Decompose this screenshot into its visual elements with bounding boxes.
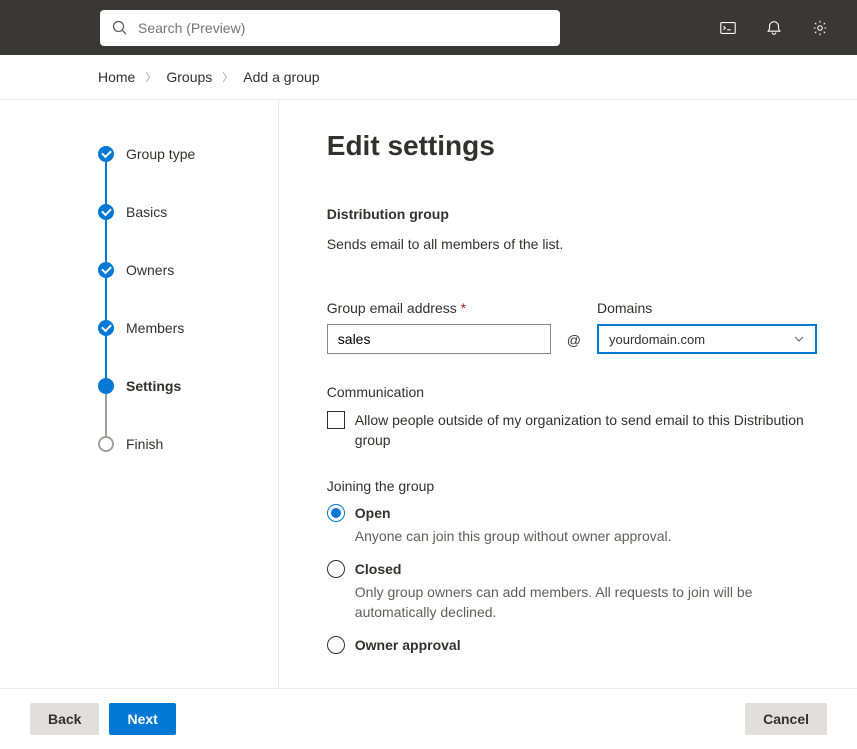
domain-dropdown[interactable]: yourdomain.com <box>597 324 817 354</box>
settings-icon[interactable] <box>811 19 829 37</box>
step-label: Group type <box>126 146 195 162</box>
external-email-label: Allow people outside of my organization … <box>355 410 817 450</box>
notifications-icon[interactable] <box>765 19 783 37</box>
step-settings[interactable]: Settings <box>98 378 278 436</box>
step-group-type[interactable]: Group type <box>98 146 278 204</box>
shell-icon[interactable] <box>719 19 737 37</box>
domain-label: Domains <box>597 300 817 316</box>
radio-owner-approval[interactable] <box>327 636 345 654</box>
radio-open-desc: Anyone can join this group without owner… <box>355 526 817 546</box>
breadcrumb: Home 〉 Groups 〉 Add a group <box>98 69 857 85</box>
step-label: Basics <box>126 204 167 220</box>
email-form-row: Group email address @ Domains yourdomain… <box>327 300 817 354</box>
radio-closed-label: Closed <box>355 561 402 577</box>
content: Group type Basics Owners Members Setting <box>0 100 857 688</box>
step-label: Settings <box>126 378 181 394</box>
radio-closed-desc: Only group owners can add members. All r… <box>355 582 817 622</box>
pending-step-icon <box>98 436 114 452</box>
search-box[interactable] <box>100 10 560 46</box>
group-email-input[interactable] <box>327 324 551 354</box>
joining-title: Joining the group <box>327 478 817 494</box>
check-icon <box>98 320 114 336</box>
communication-title: Communication <box>327 384 817 400</box>
cancel-button[interactable]: Cancel <box>745 703 827 735</box>
page-title: Edit settings <box>327 130 817 162</box>
breadcrumb-groups[interactable]: Groups <box>166 69 212 85</box>
wizard-steps: Group type Basics Owners Members Setting <box>0 100 279 688</box>
domain-selected: yourdomain.com <box>609 332 705 347</box>
group-type-desc: Sends email to all members of the list. <box>327 236 817 252</box>
step-label: Owners <box>126 262 174 278</box>
radio-open[interactable] <box>327 504 345 522</box>
check-icon <box>98 204 114 220</box>
check-icon <box>98 262 114 278</box>
radio-owner-approval-label: Owner approval <box>355 637 461 653</box>
radio-item-owner-approval: Owner approval <box>327 636 817 654</box>
top-header <box>0 0 857 55</box>
external-email-checkbox-row: Allow people outside of my organization … <box>327 410 817 450</box>
step-owners[interactable]: Owners <box>98 262 278 320</box>
radio-closed[interactable] <box>327 560 345 578</box>
header-actions <box>719 19 841 37</box>
chevron-right-icon: 〉 <box>145 69 156 85</box>
step-basics[interactable]: Basics <box>98 204 278 262</box>
external-email-checkbox[interactable] <box>327 411 345 429</box>
chevron-right-icon: 〉 <box>222 69 233 85</box>
at-symbol: @ <box>563 332 585 354</box>
chevron-down-icon <box>793 333 805 345</box>
back-button[interactable]: Back <box>30 703 99 735</box>
group-type-subtitle: Distribution group <box>327 206 817 222</box>
main-panel: Edit settings Distribution group Sends e… <box>279 100 857 688</box>
radio-open-label: Open <box>355 505 391 521</box>
next-button[interactable]: Next <box>109 703 175 735</box>
step-label: Finish <box>126 436 163 452</box>
radio-item-open: Open Anyone can join this group without … <box>327 504 817 546</box>
step-finish[interactable]: Finish <box>98 436 278 452</box>
joining-radio-group: Open Anyone can join this group without … <box>327 504 817 654</box>
breadcrumb-home[interactable]: Home <box>98 69 135 85</box>
wizard-footer: Back Next Cancel <box>0 688 857 749</box>
search-input[interactable] <box>138 20 548 36</box>
check-icon <box>98 146 114 162</box>
step-label: Members <box>126 320 184 336</box>
email-label: Group email address <box>327 300 551 316</box>
breadcrumb-bar: Home 〉 Groups 〉 Add a group <box>0 55 857 100</box>
current-step-icon <box>98 378 114 394</box>
search-icon <box>112 20 128 36</box>
step-members[interactable]: Members <box>98 320 278 378</box>
breadcrumb-add-group[interactable]: Add a group <box>243 69 319 85</box>
radio-item-closed: Closed Only group owners can add members… <box>327 560 817 622</box>
